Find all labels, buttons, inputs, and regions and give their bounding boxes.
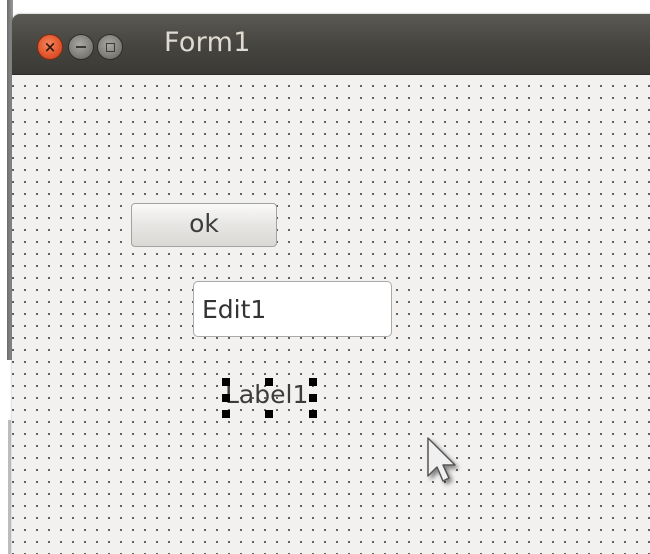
title-bar[interactable]: × Form1 <box>12 14 650 75</box>
mouse-pointer-icon <box>427 437 456 482</box>
minimize-button[interactable] <box>68 34 94 60</box>
selection-handle-top-right[interactable] <box>309 378 317 386</box>
ok-button[interactable]: ok <box>131 203 277 247</box>
selection-handle-middle-right[interactable] <box>309 394 317 402</box>
label-selection[interactable]: Label1 <box>222 378 317 418</box>
close-button[interactable]: × <box>37 34 63 60</box>
minimize-icon <box>76 46 86 48</box>
maximize-icon <box>105 42 115 52</box>
background-window-edge-lower <box>8 420 11 554</box>
form-window: × Form1 ok Label1 <box>12 14 650 554</box>
edit-field[interactable] <box>193 281 392 337</box>
selection-handle-bottom-center[interactable] <box>265 410 273 418</box>
selection-handle-middle-left[interactable] <box>222 394 230 402</box>
selection-handle-top-left[interactable] <box>222 378 230 386</box>
selection-handle-bottom-right[interactable] <box>309 410 317 418</box>
selection-handle-bottom-left[interactable] <box>222 410 230 418</box>
close-icon: × <box>43 37 57 56</box>
form-designer-canvas[interactable]: ok Label1 <box>12 75 650 554</box>
window-title: Form1 <box>164 27 251 58</box>
maximize-button[interactable] <box>97 34 123 60</box>
desktop: × Form1 ok Label1 <box>0 0 650 554</box>
selection-handle-top-center[interactable] <box>265 378 273 386</box>
